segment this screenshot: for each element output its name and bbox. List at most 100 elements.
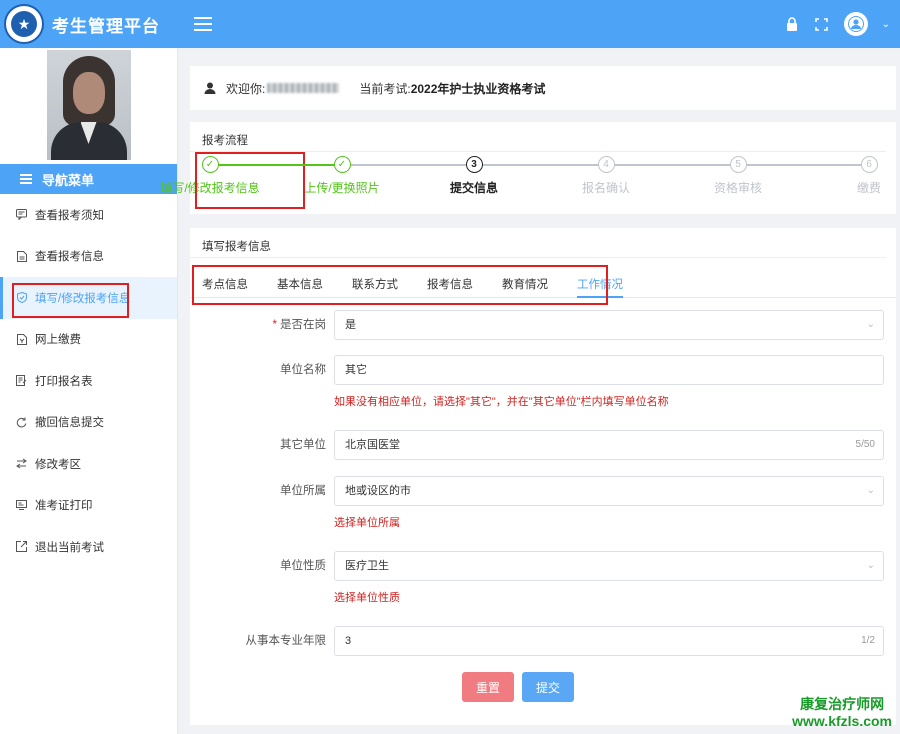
registration-flow: 报考流程 ✓ 填写/修改报考信息 ✓ 上传/更换照片 3 提交信息 4 报名确认… bbox=[160, 122, 896, 214]
field-label: 从事本专业年限 bbox=[245, 635, 327, 647]
chevron-down-icon: ⌄ bbox=[866, 319, 875, 330]
other-unit-input[interactable]: 北京国医堂 5/50 bbox=[334, 430, 884, 460]
sidebar-item-label: 查看报考须知 bbox=[35, 209, 104, 222]
years-input[interactable]: 3 1/2 bbox=[334, 626, 884, 656]
step-label: 填写/修改报考信息 bbox=[160, 181, 260, 195]
sidebar-item-print-form[interactable]: 打印报名表 bbox=[0, 360, 177, 402]
chevron-down-icon[interactable]: ⌄ bbox=[882, 19, 890, 30]
user-icon bbox=[204, 82, 216, 94]
swap-icon bbox=[16, 458, 27, 469]
sidebar-item-label: 打印报名表 bbox=[35, 375, 93, 388]
form-title: 填写报考信息 bbox=[190, 228, 886, 258]
step-label: 资格审核 bbox=[713, 181, 762, 195]
flow-title: 报考流程 bbox=[190, 122, 886, 152]
user-avatar-icon[interactable] bbox=[843, 12, 868, 36]
step-label: 提交信息 bbox=[449, 181, 498, 195]
sidebar-item-label: 准考证打印 bbox=[35, 500, 93, 513]
fullscreen-icon[interactable] bbox=[814, 16, 830, 32]
char-counter: 5/50 bbox=[855, 439, 875, 450]
document-icon bbox=[16, 250, 27, 262]
check-icon: ✓ bbox=[201, 156, 219, 173]
sidebar-item-change-area[interactable]: 修改考区 bbox=[0, 443, 177, 485]
submit-button[interactable]: 提交 bbox=[522, 672, 574, 702]
unit-affiliation-select[interactable]: 地或设区的市 ⌄ bbox=[334, 476, 884, 506]
payment-icon bbox=[16, 333, 27, 345]
sidebar-item-label: 查看报考信息 bbox=[35, 251, 104, 264]
unit-name-input[interactable]: 其它 bbox=[334, 355, 884, 385]
step-4: 4 报名确认 bbox=[541, 156, 671, 196]
tab-work[interactable]: 工作情况 bbox=[577, 268, 623, 298]
print-icon bbox=[16, 375, 27, 387]
sidebar-item-label: 填写/修改报考信息 bbox=[35, 292, 131, 305]
field-label: 单位性质 bbox=[280, 560, 326, 572]
app-title: 考生管理平台 bbox=[52, 16, 160, 36]
step-label: 报名确认 bbox=[581, 181, 630, 195]
unit-nature-hint: 选择单位性质 bbox=[334, 592, 400, 604]
tab-basic-info[interactable]: 基本信息 bbox=[277, 268, 323, 297]
step-label: 上传/更换照片 bbox=[304, 181, 380, 195]
tab-exam-info[interactable]: 报考信息 bbox=[427, 268, 473, 297]
logo: ★ bbox=[4, 4, 44, 44]
chevron-down-icon: ⌄ bbox=[866, 485, 875, 496]
step-number: 3 bbox=[465, 156, 483, 173]
sidebar-item-notice[interactable]: 查看报考须知 bbox=[0, 194, 177, 236]
step-number: 6 bbox=[860, 156, 878, 173]
sidebar-item-payment[interactable]: 网上缴费 bbox=[0, 319, 177, 361]
sidebar-item-exit[interactable]: 退出当前考试 bbox=[0, 526, 177, 568]
step-5: 5 资格审核 bbox=[673, 156, 803, 196]
field-label: 单位名称 bbox=[280, 364, 326, 376]
step-2: ✓ 上传/更换照片 bbox=[277, 156, 407, 196]
step-3: 3 提交信息 bbox=[409, 156, 539, 196]
unit-nature-select[interactable]: 医疗卫生 ⌄ bbox=[334, 551, 884, 581]
tab-education[interactable]: 教育情况 bbox=[502, 268, 548, 297]
candidate-photo bbox=[46, 50, 131, 160]
lock-icon[interactable] bbox=[784, 16, 800, 32]
exam-name: 2022年护士执业资格考试 bbox=[410, 81, 546, 96]
unit-affiliation-hint: 选择单位所属 bbox=[334, 517, 400, 529]
employed-select[interactable]: 是 ⌄ bbox=[334, 310, 884, 340]
sidebar-item-edit-info[interactable]: 填写/修改报考信息 bbox=[0, 277, 177, 319]
sidebar-item-withdraw[interactable]: 撤回信息提交 bbox=[0, 402, 177, 444]
welcome-bar: 欢迎你: 当前考试: 2022年护士执业资格考试 bbox=[190, 66, 896, 110]
sidebar: 导航菜单 查看报考须知 查看报考信息 填写/修改报考信息 网上缴费 打印报名表 … bbox=[0, 48, 178, 734]
watermark-line2: www.kfzls.com bbox=[792, 713, 892, 729]
card-icon bbox=[16, 500, 27, 511]
watermark-line1: 康复治疗师网 bbox=[800, 696, 885, 712]
nav-title-label: 导航菜单 bbox=[42, 172, 95, 188]
sidebar-item-admission-ticket[interactable]: 准考证打印 bbox=[0, 485, 177, 527]
sidebar-item-label: 撤回信息提交 bbox=[35, 417, 104, 430]
sidebar-item-view-info[interactable]: 查看报考信息 bbox=[0, 236, 177, 278]
step-1: ✓ 填写/修改报考信息 bbox=[145, 156, 275, 196]
undo-icon bbox=[16, 417, 27, 428]
welcome-greeting: 欢迎你: bbox=[226, 81, 266, 96]
hamburger-icon[interactable] bbox=[194, 17, 212, 31]
photo-area bbox=[0, 48, 177, 164]
field-label: 其它单位 bbox=[280, 439, 326, 451]
message-icon bbox=[16, 209, 27, 221]
step-label: 缴费 bbox=[856, 181, 881, 195]
steps: ✓ 填写/修改报考信息 ✓ 上传/更换照片 3 提交信息 4 报名确认 5 资格… bbox=[160, 156, 896, 214]
chevron-down-icon: ⌄ bbox=[866, 560, 875, 571]
menu-icon bbox=[20, 174, 32, 184]
sidebar-item-label: 修改考区 bbox=[35, 458, 81, 471]
sidebar-item-label: 网上缴费 bbox=[35, 334, 81, 347]
unit-name-hint: 如果没有相应单位，请选择"其它"，并在"其它单位"栏内填写单位名称 bbox=[334, 396, 669, 408]
form-tabs: 考点信息 基本信息 联系方式 报考信息 教育情况 工作情况 bbox=[190, 268, 896, 298]
step-number: 4 bbox=[597, 156, 615, 173]
char-counter: 1/2 bbox=[861, 635, 875, 646]
top-header: ★ 考生管理平台 ⌄ bbox=[0, 0, 900, 48]
step-number: 5 bbox=[729, 156, 747, 173]
form-card: 填写报考信息 考点信息 基本信息 联系方式 报考信息 教育情况 工作情况 * 是否… bbox=[190, 228, 896, 725]
check-icon: ✓ bbox=[333, 156, 351, 173]
exit-icon bbox=[16, 541, 27, 553]
exam-label: 当前考试: bbox=[359, 81, 411, 96]
tab-exam-site[interactable]: 考点信息 bbox=[202, 268, 248, 297]
brand: ★ 考生管理平台 bbox=[0, 0, 180, 48]
watermark: 康复治疗师网 www.kfzls.com bbox=[792, 696, 892, 730]
sidebar-item-label: 退出当前考试 bbox=[35, 541, 104, 554]
step-6: 6 缴费 bbox=[804, 156, 900, 196]
tab-contact[interactable]: 联系方式 bbox=[352, 268, 398, 297]
reset-button[interactable]: 重置 bbox=[462, 672, 514, 702]
candidate-name-blurred bbox=[267, 83, 340, 93]
field-label: * 是否在岗 bbox=[272, 319, 326, 331]
